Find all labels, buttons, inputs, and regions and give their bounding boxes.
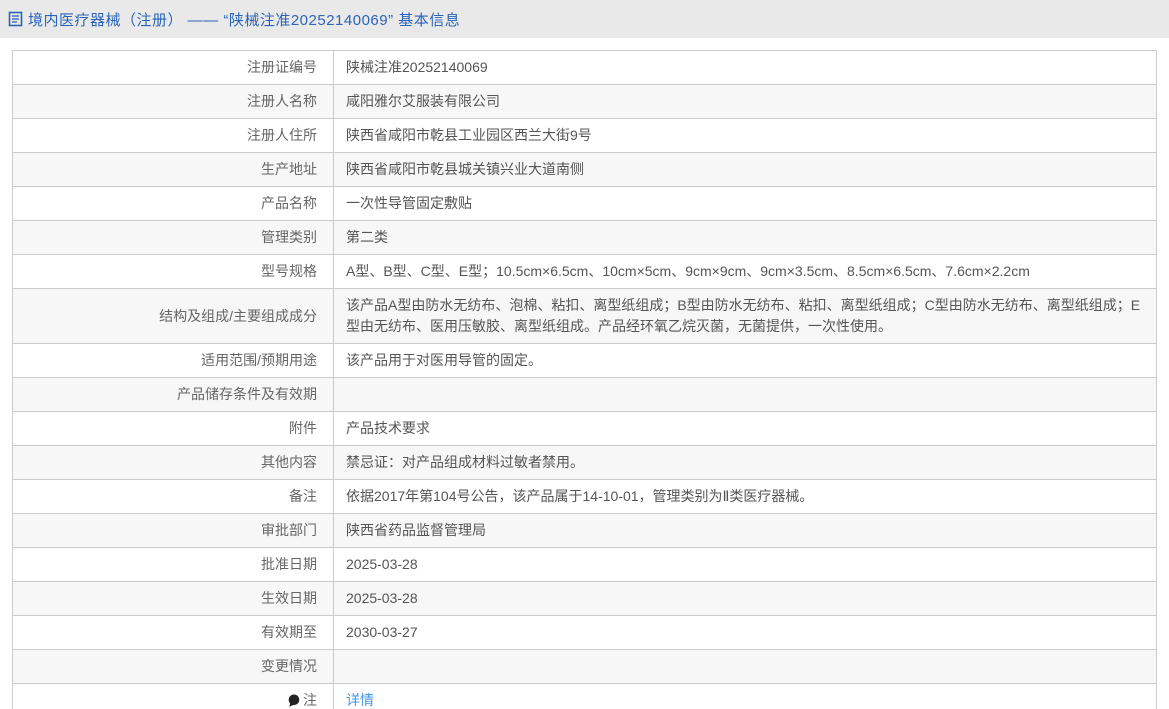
row-label-text: 注册证编号 xyxy=(247,59,317,75)
table-row: 注册证编号 陕械注准20252140069 xyxy=(13,51,1156,85)
table-row: 有效期至 2030-03-27 xyxy=(13,616,1156,650)
row-label: 型号规格 xyxy=(13,255,334,288)
table-row: 管理类别 第二类 xyxy=(13,221,1156,255)
row-label: 其他内容 xyxy=(13,446,334,479)
row-label: 有效期至 xyxy=(13,616,334,649)
table-row: 附件 产品技术要求 xyxy=(13,412,1156,446)
table-row: 结构及组成/主要组成成分 该产品A型由防水无纺布、泡棉、粘扣、离型纸组成；B型由防… xyxy=(13,289,1156,344)
table-row: 产品储存条件及有效期 xyxy=(13,378,1156,412)
row-value-text: 该产品A型由防水无纺布、泡棉、粘扣、离型纸组成；B型由防水无纺布、粘扣、离型纸组… xyxy=(346,297,1141,334)
row-value: 陕西省药品监督管理局 xyxy=(334,514,1156,547)
row-label-text: 附件 xyxy=(289,420,317,436)
row-label-text: 生产地址 xyxy=(261,161,317,177)
row-value: 第二类 xyxy=(334,221,1156,254)
row-label-text: 注册人名称 xyxy=(247,93,317,109)
row-value: 详情 xyxy=(334,684,1156,709)
row-value: 产品技术要求 xyxy=(334,412,1156,445)
row-label: 适用范围/预期用途 xyxy=(13,344,334,377)
row-label-text: 变更情况 xyxy=(261,658,317,674)
row-value-text: 咸阳雅尔艾服装有限公司 xyxy=(346,93,500,109)
row-value: 2025-03-28 xyxy=(334,582,1156,615)
table-row: 注 详情 xyxy=(13,684,1156,709)
table-row: 审批部门 陕西省药品监督管理局 xyxy=(13,514,1156,548)
row-value-text: 该产品用于对医用导管的固定。 xyxy=(346,352,542,368)
header-bar: 境内医疗器械（注册） —— “陕械注准20252140069” 基本信息 xyxy=(0,0,1169,38)
row-value-text: 陕西省咸阳市乾县城关镇兴业大道南侧 xyxy=(346,161,584,177)
row-label-text: 注册人住所 xyxy=(247,127,317,143)
table-row: 注册人名称 咸阳雅尔艾服装有限公司 xyxy=(13,85,1156,119)
row-label-text: 注 xyxy=(303,692,317,708)
row-value-text: A型、B型、C型、E型；10.5cm×6.5cm、10cm×5cm、9cm×9c… xyxy=(346,263,1030,279)
row-label-text: 其他内容 xyxy=(261,454,317,470)
row-value-text: 2025-03-28 xyxy=(346,556,418,572)
table-row: 注册人住所 陕西省咸阳市乾县工业园区西兰大街9号 xyxy=(13,119,1156,153)
table-row: 型号规格 A型、B型、C型、E型；10.5cm×6.5cm、10cm×5cm、9c… xyxy=(13,255,1156,289)
row-value: 一次性导管固定敷贴 xyxy=(334,187,1156,220)
row-label-text: 适用范围/预期用途 xyxy=(201,352,317,368)
row-value xyxy=(334,650,1156,683)
table-row: 生产地址 陕西省咸阳市乾县城关镇兴业大道南侧 xyxy=(13,153,1156,187)
table-row: 产品名称 一次性导管固定敷贴 xyxy=(13,187,1156,221)
row-label-text: 备注 xyxy=(289,488,317,504)
row-label: 管理类别 xyxy=(13,221,334,254)
table-row: 适用范围/预期用途 该产品用于对医用导管的固定。 xyxy=(13,344,1156,378)
row-label: 产品储存条件及有效期 xyxy=(13,378,334,411)
row-label: 结构及组成/主要组成成分 xyxy=(13,289,334,343)
row-label-text: 管理类别 xyxy=(261,229,317,245)
note-balloon-icon xyxy=(288,694,300,707)
row-value: 2030-03-27 xyxy=(334,616,1156,649)
table-row: 生效日期 2025-03-28 xyxy=(13,582,1156,616)
row-value-text: 2025-03-28 xyxy=(346,590,418,606)
table-row: 备注 依据2017年第104号公告，该产品属于14-10-01，管理类别为Ⅱ类医疗… xyxy=(13,480,1156,514)
row-value: A型、B型、C型、E型；10.5cm×6.5cm、10cm×5cm、9cm×9c… xyxy=(334,255,1156,288)
row-label: 生效日期 xyxy=(13,582,334,615)
registration-info-table: 注册证编号 陕械注准20252140069 注册人名称 咸阳雅尔艾服装有限公司注册人住… xyxy=(12,50,1157,709)
row-value: 该产品用于对医用导管的固定。 xyxy=(334,344,1156,377)
row-value-text: 陕械注准20252140069 xyxy=(346,59,488,75)
row-label: 注册人住所 xyxy=(13,119,334,152)
row-label: 注 xyxy=(13,684,334,709)
row-value: 陕西省咸阳市乾县工业园区西兰大街9号 xyxy=(334,119,1156,152)
row-value-text: 陕西省咸阳市乾县工业园区西兰大街9号 xyxy=(346,127,592,143)
row-label-text: 产品名称 xyxy=(261,195,317,211)
row-label: 变更情况 xyxy=(13,650,334,683)
table-row: 变更情况 xyxy=(13,650,1156,684)
page-title: 境内医疗器械（注册） —— “陕械注准20252140069” 基本信息 xyxy=(28,11,461,29)
details-link[interactable]: 详情 xyxy=(346,690,374,709)
row-value: 依据2017年第104号公告，该产品属于14-10-01，管理类别为Ⅱ类医疗器械… xyxy=(334,480,1156,513)
row-label: 注册人名称 xyxy=(13,85,334,118)
row-value-text: 依据2017年第104号公告，该产品属于14-10-01，管理类别为Ⅱ类医疗器械… xyxy=(346,488,814,504)
row-value-text: 2030-03-27 xyxy=(346,624,418,640)
row-value-text: 陕西省药品监督管理局 xyxy=(346,522,486,538)
row-label-text: 产品储存条件及有效期 xyxy=(177,386,317,402)
row-value: 陕西省咸阳市乾县城关镇兴业大道南侧 xyxy=(334,153,1156,186)
row-value: 2025-03-28 xyxy=(334,548,1156,581)
row-value xyxy=(334,378,1156,411)
table-row: 批准日期 2025-03-28 xyxy=(13,548,1156,582)
row-label: 附件 xyxy=(13,412,334,445)
row-label: 备注 xyxy=(13,480,334,513)
row-label-text: 批准日期 xyxy=(261,556,317,572)
row-label-text: 结构及组成/主要组成成分 xyxy=(159,307,317,324)
row-label: 批准日期 xyxy=(13,548,334,581)
row-label: 产品名称 xyxy=(13,187,334,220)
row-label-text: 型号规格 xyxy=(261,263,317,279)
row-label-text: 有效期至 xyxy=(261,624,317,640)
row-label-text: 生效日期 xyxy=(261,590,317,606)
row-value: 陕械注准20252140069 xyxy=(334,51,1156,84)
document-icon xyxy=(8,11,23,27)
row-label: 注册证编号 xyxy=(13,51,334,84)
row-label-text: 审批部门 xyxy=(261,522,317,538)
row-value-text: 第二类 xyxy=(346,229,388,245)
table-row: 其他内容 禁忌证：对产品组成材料过敏者禁用。 xyxy=(13,446,1156,480)
row-value-text: 禁忌证：对产品组成材料过敏者禁用。 xyxy=(346,454,584,470)
row-value-text: 产品技术要求 xyxy=(346,420,430,436)
row-label: 审批部门 xyxy=(13,514,334,547)
row-value: 禁忌证：对产品组成材料过敏者禁用。 xyxy=(334,446,1156,479)
row-value: 咸阳雅尔艾服装有限公司 xyxy=(334,85,1156,118)
row-value-text: 一次性导管固定敷贴 xyxy=(346,195,472,211)
row-value: 该产品A型由防水无纺布、泡棉、粘扣、离型纸组成；B型由防水无纺布、粘扣、离型纸组… xyxy=(334,289,1156,343)
row-label: 生产地址 xyxy=(13,153,334,186)
